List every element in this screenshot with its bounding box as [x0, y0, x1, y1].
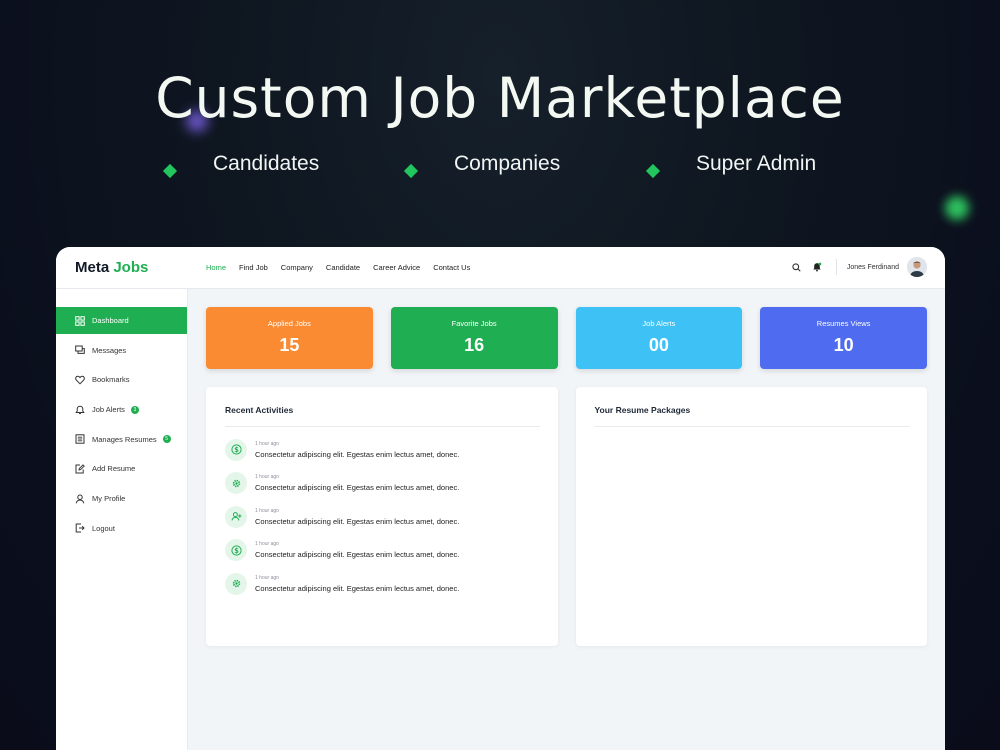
stat-label: Job Alerts	[642, 319, 676, 328]
stat-card-resumes-views[interactable]: Resumes Views 10	[760, 307, 927, 369]
nav-company[interactable]: Company	[281, 263, 313, 272]
activity-item: 1 hour ago Consectetur adipiscing elit. …	[225, 472, 540, 494]
add-resume-icon	[75, 464, 85, 474]
activity-time: 1 hour ago	[255, 440, 279, 447]
panel-title: Your Resume Packages	[594, 405, 909, 427]
audience-label: Candidates	[213, 152, 320, 175]
panel-title: Recent Activities	[225, 405, 540, 427]
nav-candidate[interactable]: Candidate	[326, 263, 360, 272]
nav-career-advice[interactable]: Career Advice	[373, 263, 420, 272]
activity-time: 1 hour ago	[255, 541, 279, 547]
activity-text: Consectetur adipiscing elit. Egestas eni…	[255, 583, 460, 593]
diamond-bullet-icon	[645, 163, 661, 179]
activity-text: Consectetur adipiscing elit. Egestas eni…	[255, 449, 460, 459]
dashboard-icon	[75, 315, 85, 326]
count-badge: 3	[130, 405, 139, 414]
stat-card-applied-jobs[interactable]: Applied Jobs 15	[206, 307, 373, 369]
top-navbar: Meta Jobs Home Find Job Company Candidat…	[56, 247, 945, 289]
sidebar-item-messages[interactable]: Messages	[56, 337, 187, 364]
stat-value: 16	[464, 335, 485, 355]
activity-item: $ 1 hour ago Consectetur adipiscing elit…	[225, 539, 540, 561]
audience-label: Companies	[454, 152, 561, 175]
sidebar-item-label: Bookmarks	[92, 375, 130, 385]
nav-find-job[interactable]: Find Job	[239, 263, 268, 272]
sidebar-item-bookmarks[interactable]: Bookmarks	[56, 366, 187, 393]
audience-list: Candidates Companies Super Admin	[0, 152, 1000, 192]
stat-label: Applied Jobs	[267, 319, 311, 328]
sidebar-item-job-alerts[interactable]: Job Alerts 3	[56, 396, 187, 423]
gear-icon	[225, 572, 247, 595]
stat-value: 10	[833, 335, 854, 355]
sidebar: Dashboard Messages Bookmarks Job Alerts …	[56, 289, 188, 750]
stat-value: 15	[279, 335, 300, 355]
sidebar-item-logout[interactable]: Logout	[56, 515, 187, 542]
svg-text:$: $	[234, 446, 239, 454]
resume-packages-panel: Your Resume Packages	[575, 387, 927, 646]
stat-value: 00	[648, 335, 669, 355]
dollar-icon: $	[225, 438, 247, 461]
bell-icon	[75, 405, 85, 414]
panels-row: Recent Activities $ 1 hour ago Consectet…	[206, 387, 927, 646]
sidebar-item-manages-resumes[interactable]: Manages Resumes 5	[56, 426, 187, 453]
nav-home[interactable]: Home	[206, 263, 226, 272]
sidebar-item-label: Dashboard	[92, 316, 129, 325]
green-glow-decoration	[945, 196, 969, 220]
activity-item: 1 hour ago Consectetur adipiscing elit. …	[225, 505, 540, 528]
sidebar-item-label: Job Alerts	[92, 405, 125, 415]
stat-card-favorite-jobs[interactable]: Favorite Jobs 16	[390, 307, 558, 369]
activity-time: 1 hour ago	[255, 474, 279, 480]
stats-row: Applied Jobs 15 Favorite Jobs 16 Job Ale…	[206, 307, 927, 369]
sidebar-item-label: Add Resume	[92, 464, 136, 474]
audience-item-companies: Companies	[403, 152, 561, 179]
sidebar-item-label: Messages	[92, 345, 127, 355]
sidebar-item-my-profile[interactable]: My Profile	[56, 485, 187, 512]
activity-item: 1 hour ago Consectetur adipiscing elit. …	[225, 572, 540, 595]
topbar-divider	[835, 259, 837, 275]
sidebar-item-label: My Profile	[92, 494, 126, 504]
user-plus-icon	[225, 505, 247, 528]
sidebar-item-label: Logout	[92, 523, 115, 533]
sidebar-item-label: Manages Resumes	[92, 434, 157, 444]
logo-text-meta: Meta	[75, 259, 114, 276]
sidebar-item-dashboard[interactable]: Dashboard	[56, 307, 187, 334]
recent-activities-panel: Recent Activities $ 1 hour ago Consectet…	[206, 387, 558, 646]
stat-label: Resumes Views	[816, 319, 871, 328]
activity-time: 1 hour ago	[255, 574, 279, 581]
dollar-icon: $	[225, 539, 247, 561]
messages-icon	[75, 345, 85, 355]
main-nav: Home Find Job Company Candidate Career A…	[206, 263, 470, 272]
stat-label: Favorite Jobs	[451, 319, 497, 328]
hero-title: Custom Job Marketplace	[155, 66, 845, 130]
activity-time: 1 hour ago	[255, 507, 279, 514]
logo-text-jobs: Jobs	[113, 259, 149, 276]
resume-icon	[75, 434, 85, 444]
user-icon	[75, 494, 85, 504]
topbar-actions: Jones Ferdinand	[784, 257, 927, 277]
audience-label: Super Admin	[696, 152, 817, 175]
search-icon[interactable]	[790, 260, 804, 274]
notification-bell-icon[interactable]	[810, 260, 824, 274]
audience-item-super-admin: Super Admin	[645, 152, 817, 179]
logout-icon	[75, 523, 85, 533]
stat-card-job-alerts[interactable]: Job Alerts 00	[575, 307, 743, 369]
diamond-bullet-icon	[403, 163, 419, 179]
svg-text:$: $	[234, 546, 239, 554]
activity-text: Consectetur adipiscing elit. Egestas eni…	[255, 550, 460, 559]
nav-contact-us[interactable]: Contact Us	[433, 263, 470, 272]
activity-text: Consectetur adipiscing elit. Egestas eni…	[255, 483, 460, 492]
dashboard-main: Applied Jobs 15 Favorite Jobs 16 Job Ale…	[206, 307, 927, 750]
activity-item: $ 1 hour ago Consectetur adipiscing elit…	[225, 438, 540, 461]
sidebar-item-add-resume[interactable]: Add Resume	[56, 455, 187, 482]
app-window: Meta Jobs Home Find Job Company Candidat…	[56, 247, 945, 750]
logo[interactable]: Meta Jobs	[75, 259, 148, 276]
heart-icon	[75, 375, 85, 385]
activity-text: Consectetur adipiscing elit. Egestas eni…	[255, 516, 460, 526]
gear-icon	[225, 472, 247, 494]
count-badge: 5	[162, 435, 171, 444]
user-name[interactable]: Jones Ferdinand	[847, 264, 899, 271]
diamond-bullet-icon	[162, 163, 178, 179]
audience-item-candidates: Candidates	[162, 152, 320, 179]
avatar[interactable]	[907, 257, 927, 277]
